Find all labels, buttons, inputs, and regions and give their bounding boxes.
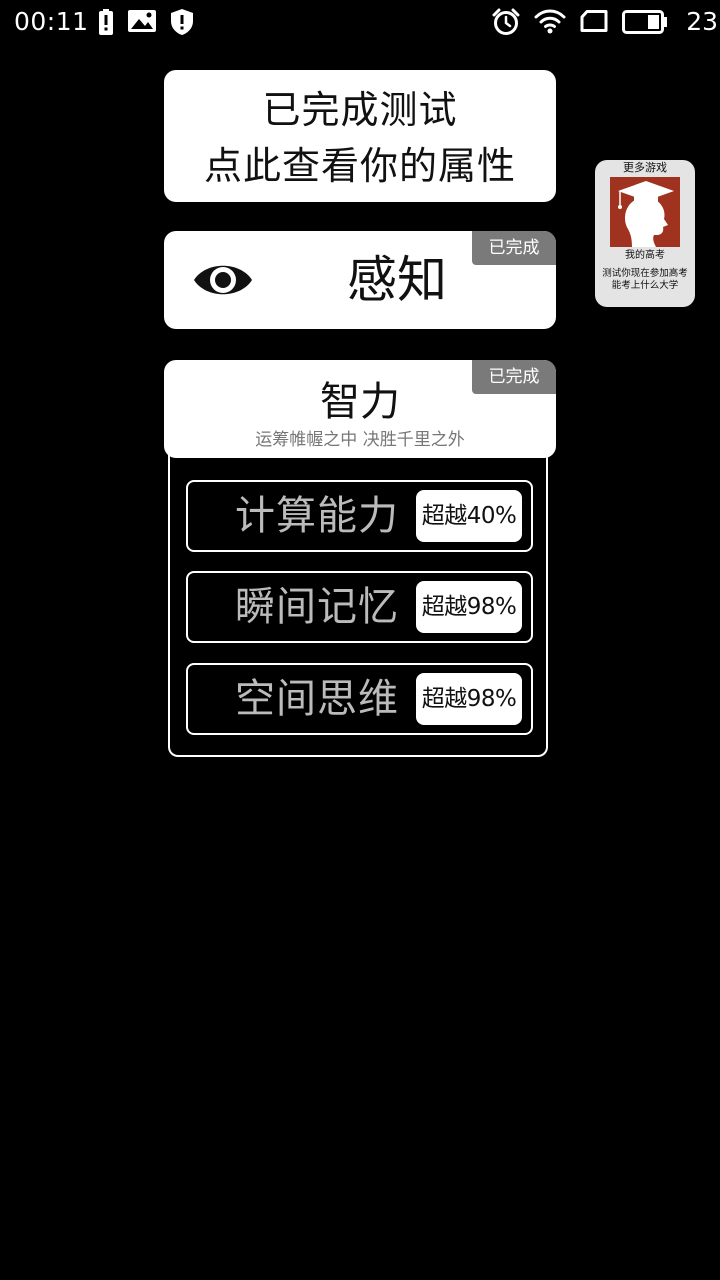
- stat-row-spatial: 空间思维 超越98%: [186, 663, 533, 735]
- stat-row-calculation: 计算能力 超越40%: [186, 480, 533, 552]
- stat-percentile: 超越40%: [416, 490, 522, 542]
- stat-label: 空间思维: [235, 676, 399, 722]
- battery-icon: [622, 10, 667, 34]
- stat-label: 瞬间记忆: [235, 584, 399, 630]
- stat-percentile: 超越98%: [416, 673, 522, 725]
- view-attributes-card[interactable]: 已完成测试 点此查看你的属性: [164, 70, 556, 202]
- alarm-icon: [492, 8, 520, 35]
- more-games-promo[interactable]: 更多游戏 我的高考 测试你现在参加高考能考上什么大学: [595, 160, 695, 307]
- test-completed-text: 已完成测试: [262, 88, 458, 132]
- perception-card[interactable]: 感知 已完成: [164, 231, 556, 329]
- battery-alert-icon: [99, 9, 113, 35]
- intelligence-subtitle: 运筹帷幄之中 决胜千里之外: [255, 430, 465, 450]
- stat-label: 计算能力: [235, 493, 399, 539]
- view-attributes-text: 点此查看你的属性: [203, 144, 516, 188]
- status-time: 00:11: [14, 7, 89, 36]
- status-bar: 00:11 23: [0, 0, 720, 44]
- shield-alert-icon: [171, 9, 193, 35]
- image-notification-icon: [128, 10, 156, 32]
- promo-game-name: 我的高考: [625, 250, 665, 261]
- graduate-head-icon: [610, 177, 680, 247]
- sim-card-icon: [580, 10, 608, 32]
- completed-badge: 已完成: [472, 360, 556, 394]
- completed-badge: 已完成: [472, 231, 556, 265]
- stat-percentile: 超越98%: [416, 581, 522, 633]
- wifi-icon: [534, 9, 566, 34]
- promo-description: 测试你现在参加高考能考上什么大学: [602, 268, 688, 291]
- stat-row-memory: 瞬间记忆 超越98%: [186, 571, 533, 643]
- battery-level: 23: [686, 7, 718, 36]
- more-games-label: 更多游戏: [623, 161, 667, 174]
- intelligence-card[interactable]: 智力 运筹帷幄之中 决胜千里之外 已完成: [164, 360, 556, 458]
